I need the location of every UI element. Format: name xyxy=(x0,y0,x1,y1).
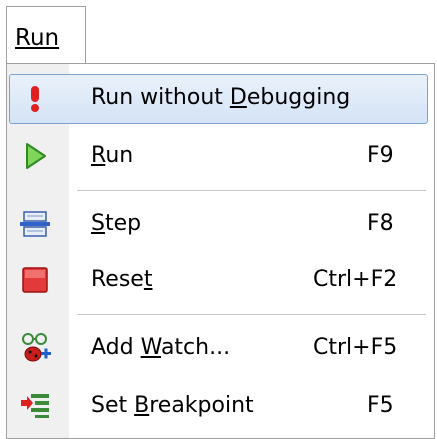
menu-item-shortcut: F8 xyxy=(367,211,394,236)
menu-item-label: Set Breakpoint xyxy=(91,393,254,418)
menu-item-shortcut: F5 xyxy=(367,393,394,418)
breakpoint-icon xyxy=(21,394,49,418)
menu-item-label: Add Watch... xyxy=(91,335,231,360)
menu-item-shortcut: Ctrl+F5 xyxy=(313,335,398,360)
run-dropdown-menu: Run without Debugging Run F9 Step F8 Res… xyxy=(6,63,435,439)
menu-separator xyxy=(77,314,426,316)
menu-item-step[interactable]: Step F8 xyxy=(7,198,434,250)
menu-item-run[interactable]: Run F9 xyxy=(7,130,434,182)
watch-icon xyxy=(22,333,51,362)
menu-bar: Run xyxy=(0,0,437,64)
menu-item-shortcut: Ctrl+F2 xyxy=(313,267,398,292)
run-menu-label: Run xyxy=(15,25,60,51)
menu-item-add-watch[interactable]: Add Watch... Ctrl+F5 xyxy=(7,322,434,374)
exclamation-icon xyxy=(31,86,39,112)
menu-item-label: Reset xyxy=(91,267,153,292)
menu-item-run-without-debugging[interactable]: Run without Debugging xyxy=(7,72,434,124)
run-menu-title[interactable]: Run xyxy=(6,6,86,64)
step-icon xyxy=(20,211,50,237)
menu-item-reset[interactable]: Reset Ctrl+F2 xyxy=(7,254,434,306)
menu-item-label: Step xyxy=(91,211,142,236)
menu-item-set-breakpoint[interactable]: Set Breakpoint F5 xyxy=(7,380,434,432)
play-icon xyxy=(26,143,46,169)
menu-separator xyxy=(77,190,426,192)
menu-item-shortcut: F9 xyxy=(367,143,394,168)
menu-item-label: Run without Debugging xyxy=(91,85,351,110)
menu-item-label: Run xyxy=(91,143,134,168)
stop-icon xyxy=(22,267,48,293)
